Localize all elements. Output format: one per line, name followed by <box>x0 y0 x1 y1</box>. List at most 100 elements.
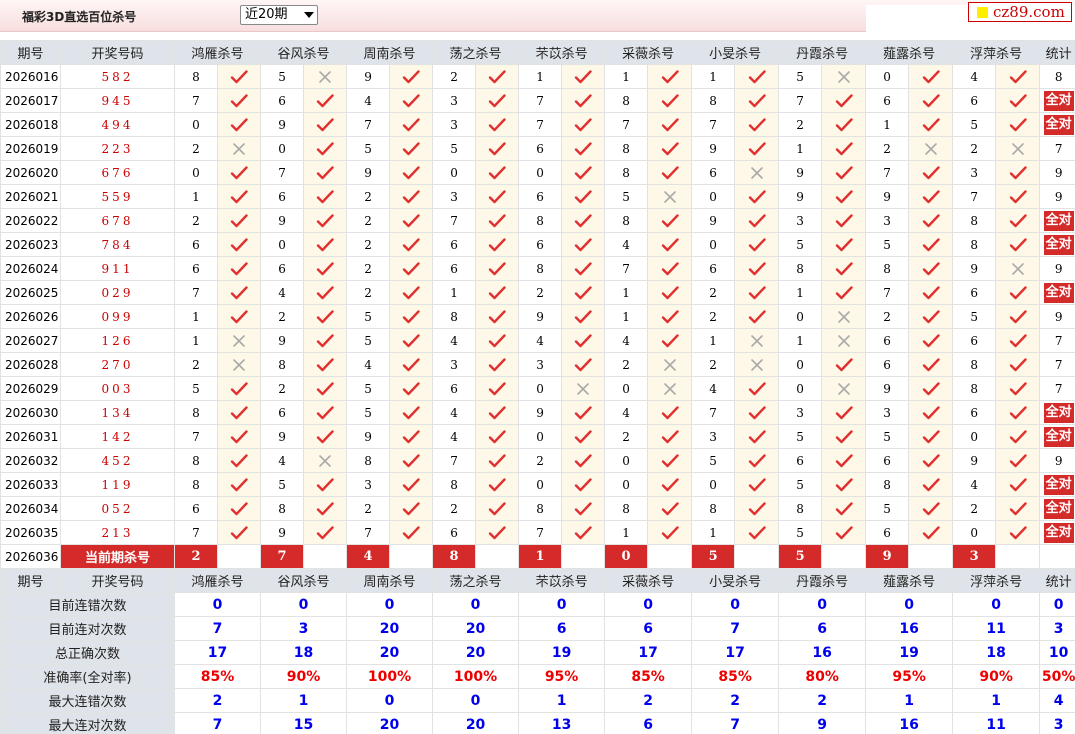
summary-row: 准确率(全对率) 85% 90% 100% 100% 95% 85% 85% 80% 95% 90%… <box>0 664 1075 689</box>
check-icon <box>488 454 506 467</box>
period-cell: 2026026 <box>0 304 61 329</box>
check-icon <box>316 382 334 395</box>
check-icon <box>574 214 592 227</box>
kill-number-cell: 6 <box>260 88 305 113</box>
result-mark-cell <box>475 472 520 497</box>
kill-number-cell: 1 <box>604 304 649 329</box>
kill-number-cell: 6 <box>952 400 997 425</box>
period-cell: 2026028 <box>0 352 61 377</box>
result-mark-cell <box>303 304 348 329</box>
check-icon <box>402 382 420 395</box>
check-icon <box>835 286 853 299</box>
result-mark-cell <box>908 520 954 545</box>
check-icon <box>574 286 592 299</box>
kill-number-cell: 8 <box>432 304 477 329</box>
check-icon <box>661 454 679 467</box>
kill-number-cell: 6 <box>174 496 218 521</box>
kill-number-cell: 6 <box>865 352 910 377</box>
draw-number-cell: 945 <box>60 88 175 113</box>
kill-number-cell: 8 <box>604 496 649 521</box>
check-icon <box>230 190 248 203</box>
kill-number-cell: 9 <box>518 400 563 425</box>
period-cell: 2026020 <box>0 160 61 185</box>
result-mark-cell <box>216 472 262 497</box>
check-icon <box>574 190 592 203</box>
summary-value: 100% <box>432 664 520 689</box>
all-correct-badge: 全对 <box>1043 474 1074 495</box>
check-icon <box>1009 286 1027 299</box>
table-row: 2026027 126 1 9 5 4 4 4 1 1 6 6 7 <box>0 328 1075 353</box>
result-mark-cell <box>908 112 954 137</box>
summary-row: 最大连错次数 2 1 0 0 1 2 2 2 1 1 4 <box>0 688 1075 713</box>
period-cell: 2026030 <box>0 400 61 425</box>
check-icon <box>1009 334 1027 347</box>
check-icon <box>230 118 248 131</box>
stat-cell: 9 <box>1039 256 1075 281</box>
kill-number-cell: 2 <box>518 448 563 473</box>
cross-icon <box>233 334 245 347</box>
kill-number-cell: 1 <box>174 184 218 209</box>
result-mark-cell <box>908 280 954 305</box>
draw-number-cell: 142 <box>60 424 175 449</box>
result-mark-cell <box>389 160 434 185</box>
summary-value: 1 <box>952 688 1041 713</box>
result-mark-cell <box>821 496 867 521</box>
check-icon <box>574 262 592 275</box>
summary-label: 最大连错次数 <box>0 688 175 713</box>
kill-number-cell: 7 <box>604 256 649 281</box>
kill-number-cell: 6 <box>518 136 563 161</box>
kill-number-cell: 3 <box>432 112 477 137</box>
kill-number-cell: 0 <box>518 160 563 185</box>
check-icon <box>402 262 420 275</box>
result-mark-cell <box>389 280 434 305</box>
header-stat: 统计 <box>1039 40 1075 65</box>
result-mark-cell <box>475 448 520 473</box>
kill-number-cell: 8 <box>604 160 649 185</box>
period-select[interactable]: 近20期 <box>240 5 318 25</box>
result-mark-cell <box>216 136 262 161</box>
kill-number-cell: 7 <box>174 88 218 113</box>
draw-number-cell: 213 <box>60 520 175 545</box>
stat-cell: 9 <box>1039 304 1075 329</box>
check-icon <box>230 502 248 515</box>
kill-number-cell: 5 <box>604 184 649 209</box>
stat-cell: 全对 <box>1039 400 1075 425</box>
result-mark-cell <box>734 424 780 449</box>
all-correct-badge: 全对 <box>1043 114 1074 135</box>
result-mark-cell <box>389 496 434 521</box>
result-mark-cell <box>216 328 262 353</box>
kill-number-cell: 8 <box>604 208 649 233</box>
result-mark-cell <box>908 376 954 401</box>
result-mark-cell <box>908 328 954 353</box>
check-icon <box>316 358 334 371</box>
summary-value: 0 <box>432 688 520 713</box>
summary-value: 2 <box>604 688 693 713</box>
site-logo[interactable]: cz89.com <box>968 2 1072 22</box>
cross-icon <box>1011 262 1024 275</box>
summary-value: 80% <box>778 664 867 689</box>
kill-number-cell: 0 <box>604 472 649 497</box>
kill-number-cell: 8 <box>346 448 391 473</box>
kill-number-cell: 5 <box>865 232 910 257</box>
result-mark-cell <box>389 352 434 377</box>
check-icon <box>835 406 853 419</box>
summary-value: 17 <box>691 640 780 665</box>
kill-number-cell: 8 <box>260 352 305 377</box>
check-icon <box>574 358 592 371</box>
kill-number-cell: 8 <box>518 496 563 521</box>
result-mark-cell <box>821 280 867 305</box>
kill-number-cell: 0 <box>518 472 563 497</box>
kill-number-cell: 6 <box>260 184 305 209</box>
current-kill-blank <box>303 544 348 569</box>
result-mark-cell <box>561 64 606 89</box>
result-mark-cell <box>389 112 434 137</box>
all-correct-badge: 全对 <box>1043 498 1074 519</box>
result-mark-cell <box>303 472 348 497</box>
draw-number-cell: 559 <box>60 184 175 209</box>
result-mark-cell <box>475 232 520 257</box>
check-icon <box>748 190 766 203</box>
result-mark-cell <box>561 424 606 449</box>
result-mark-cell <box>303 136 348 161</box>
current-kill-number: 1 <box>518 544 563 569</box>
check-icon <box>402 214 420 227</box>
